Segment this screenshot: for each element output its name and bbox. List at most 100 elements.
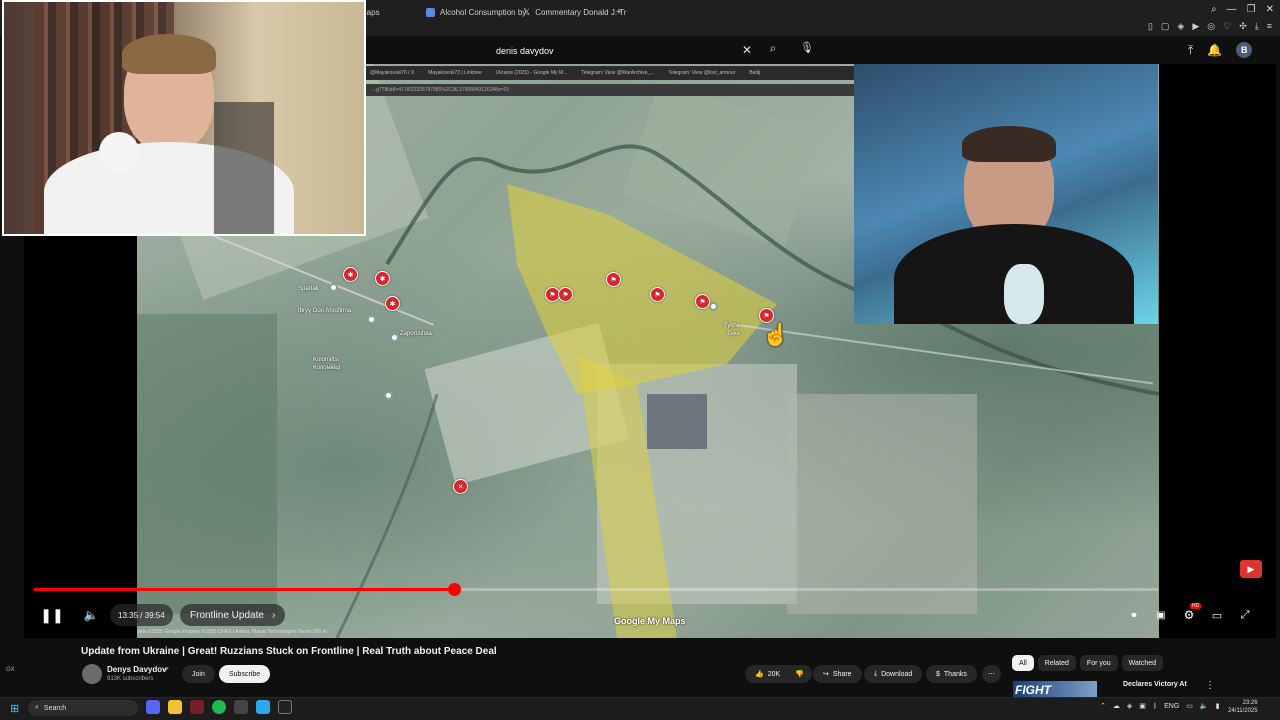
discord-icon[interactable]: [146, 700, 160, 714]
map-label: Тихе: [727, 331, 741, 337]
tab-alcohol-consumption[interactable]: Alcohol Consumption by: [426, 3, 526, 21]
taskbar-clock[interactable]: 23:26 24/11/2025: [1228, 699, 1258, 715]
search-input[interactable]: denis davydov: [484, 40, 762, 62]
battery-icon[interactable]: ▮: [1216, 702, 1220, 710]
webcam-overlay-left: [2, 0, 366, 236]
chip-for-you[interactable]: For you: [1079, 655, 1118, 671]
autoplay-toggle[interactable]: ⏺: [1124, 608, 1144, 622]
share-arrow-icon: ↪: [823, 671, 829, 678]
search-icon[interactable]: ⌕: [764, 41, 782, 59]
location-dot-icon: [367, 315, 376, 324]
bluetooth-icon[interactable]: ᛒ: [1153, 703, 1157, 710]
video-title: Update from Ukraine | Great! Ruzzians St…: [81, 646, 497, 657]
google-my-maps-logo: Google My Maps: [614, 616, 686, 626]
upload-icon[interactable]: ⤒: [1188, 43, 1193, 58]
close-window-icon[interactable]: ✕: [1266, 4, 1274, 15]
channel-avatar[interactable]: [82, 664, 102, 684]
map-label: Kolomiitsi: [313, 357, 339, 363]
speaker-icon[interactable]: 🔈: [1200, 702, 1209, 710]
maximize-icon[interactable]: ❐: [1247, 4, 1256, 15]
screenshot-icon[interactable]: ▢: [1161, 21, 1170, 32]
recorded-tab: Ukraine (2025) - Google My M...: [495, 70, 568, 76]
heart-icon[interactable]: ♡: [1223, 21, 1231, 32]
menu-icon[interactable]: ≡: [1267, 21, 1272, 32]
more-actions-button[interactable]: ⋯: [982, 665, 1001, 683]
obs-icon[interactable]: [234, 700, 248, 714]
fullscreen-icon[interactable]: ⤢: [1236, 606, 1254, 624]
bookmark-icon[interactable]: ▯: [1148, 21, 1153, 32]
tab-favicon-icon: [426, 7, 435, 17]
microphone-icon[interactable]: 🎙: [798, 41, 816, 59]
map-label: Spartak: [298, 286, 319, 292]
play-icon[interactable]: ▶: [1192, 21, 1199, 32]
search-icon: ⌕: [35, 704, 39, 711]
subscribe-button[interactable]: Subscribe: [219, 665, 271, 683]
map-label: Tykhe: [724, 323, 741, 329]
notifications-bell-icon[interactable]: 🔔: [1207, 43, 1222, 57]
time-display: 13:35 / 39:54: [110, 604, 173, 626]
channel-watermark-icon[interactable]: ▶: [1240, 560, 1262, 578]
download-label: Download: [881, 670, 913, 678]
verified-check-icon: ✔: [163, 665, 170, 674]
file-explorer-icon[interactable]: [168, 700, 182, 714]
channel-name[interactable]: Denys Davydov: [107, 665, 167, 674]
subscriber-count: 913K subscribers: [107, 676, 154, 682]
theater-mode-icon[interactable]: ▭: [1208, 606, 1226, 624]
like-count: 20K: [767, 670, 781, 678]
recorded-browser-tabs: @Mayakovski70 / X Mayakovski73 | Linktre…: [366, 66, 856, 80]
chevron-up-icon[interactable]: ⌃: [1100, 702, 1106, 710]
progress-scrubber[interactable]: [448, 583, 461, 596]
chapter-button[interactable]: Frontline Update ›: [180, 604, 286, 626]
thanks-icon: $: [936, 670, 940, 678]
telegram-icon[interactable]: [256, 700, 270, 714]
flag-pin-icon: ⚑: [695, 294, 710, 309]
cloud-icon[interactable]: ☁: [1113, 702, 1120, 710]
search-tabs-icon[interactable]: ⌕: [1211, 4, 1217, 15]
new-tab-button[interactable]: +: [616, 3, 622, 21]
download-button[interactable]: ⤓ Download: [864, 665, 923, 683]
app-icon[interactable]: [278, 700, 292, 714]
thanks-button[interactable]: $ Thanks: [926, 665, 977, 683]
more-vert-icon[interactable]: ⋮: [1205, 680, 1215, 691]
puzzle-icon[interactable]: ✣: [1239, 21, 1247, 32]
taskbar-search[interactable]: ⌕ Search: [28, 700, 138, 716]
map-label: Коломійці: [313, 365, 341, 371]
recorded-tab: @Mayakovski70 / X: [370, 70, 415, 76]
network-icon[interactable]: ▭: [1186, 702, 1193, 710]
minimize-icon[interactable]: —: [1227, 4, 1237, 15]
account-avatar[interactable]: B: [1236, 42, 1253, 58]
like-button[interactable]: 👍 20K: [745, 665, 791, 683]
extension-icons: ▯ ▢ ◈ ▶ ◎ ♡ ✣ ⤓ ≡: [1148, 21, 1272, 32]
vpn-icon[interactable]: ◎: [1207, 21, 1215, 32]
window-controls: ⌕ — ❐ ✕: [1211, 4, 1274, 15]
join-button[interactable]: Join: [182, 665, 215, 683]
language-indicator[interactable]: ENG: [1164, 703, 1179, 710]
chip-watched[interactable]: Watched: [1121, 655, 1164, 671]
dislike-button[interactable]: 👎: [787, 665, 812, 683]
chip-all[interactable]: All: [1012, 655, 1034, 671]
flag-pin-icon: ⚑: [650, 287, 665, 302]
windows-start-icon[interactable]: ⊞: [10, 702, 19, 715]
recommended-video-title[interactable]: Declares Victory At: [1123, 681, 1203, 689]
thumbs-up-icon: 👍: [755, 671, 764, 678]
header-actions: ⤒ 🔔 B: [1188, 42, 1253, 58]
shield-tray-icon[interactable]: ◈: [1127, 702, 1132, 710]
download-icon[interactable]: ⤓: [1255, 21, 1259, 32]
chip-related[interactable]: Related: [1037, 655, 1076, 671]
recorded-tab: Telegram: View @WarArchive_...: [581, 70, 655, 76]
x-logo-icon: 𝕏: [523, 6, 531, 17]
share-button[interactable]: ↪ Share: [813, 665, 862, 683]
clear-search-icon[interactable]: ✕: [742, 43, 752, 57]
recorded-tab: Mayakovski73 | Linktree: [428, 70, 482, 76]
tray-app-icon[interactable]: ▣: [1139, 702, 1146, 710]
hand-cursor-icon: ☝: [762, 322, 790, 347]
captions-icon[interactable]: ▣: [1152, 606, 1170, 624]
map-label: Zaporoshka: [400, 331, 432, 337]
opera-gx-icon[interactable]: [190, 700, 204, 714]
spotify-icon[interactable]: [212, 700, 226, 714]
volume-icon[interactable]: 🔈: [80, 604, 102, 626]
tab-commentary[interactable]: 𝕏 Commentary Donald J. Tr: [523, 3, 626, 21]
shield-icon[interactable]: ◈: [1177, 21, 1184, 32]
pause-icon[interactable]: ❚❚: [40, 604, 64, 626]
search-query: denis davydov: [496, 46, 554, 56]
